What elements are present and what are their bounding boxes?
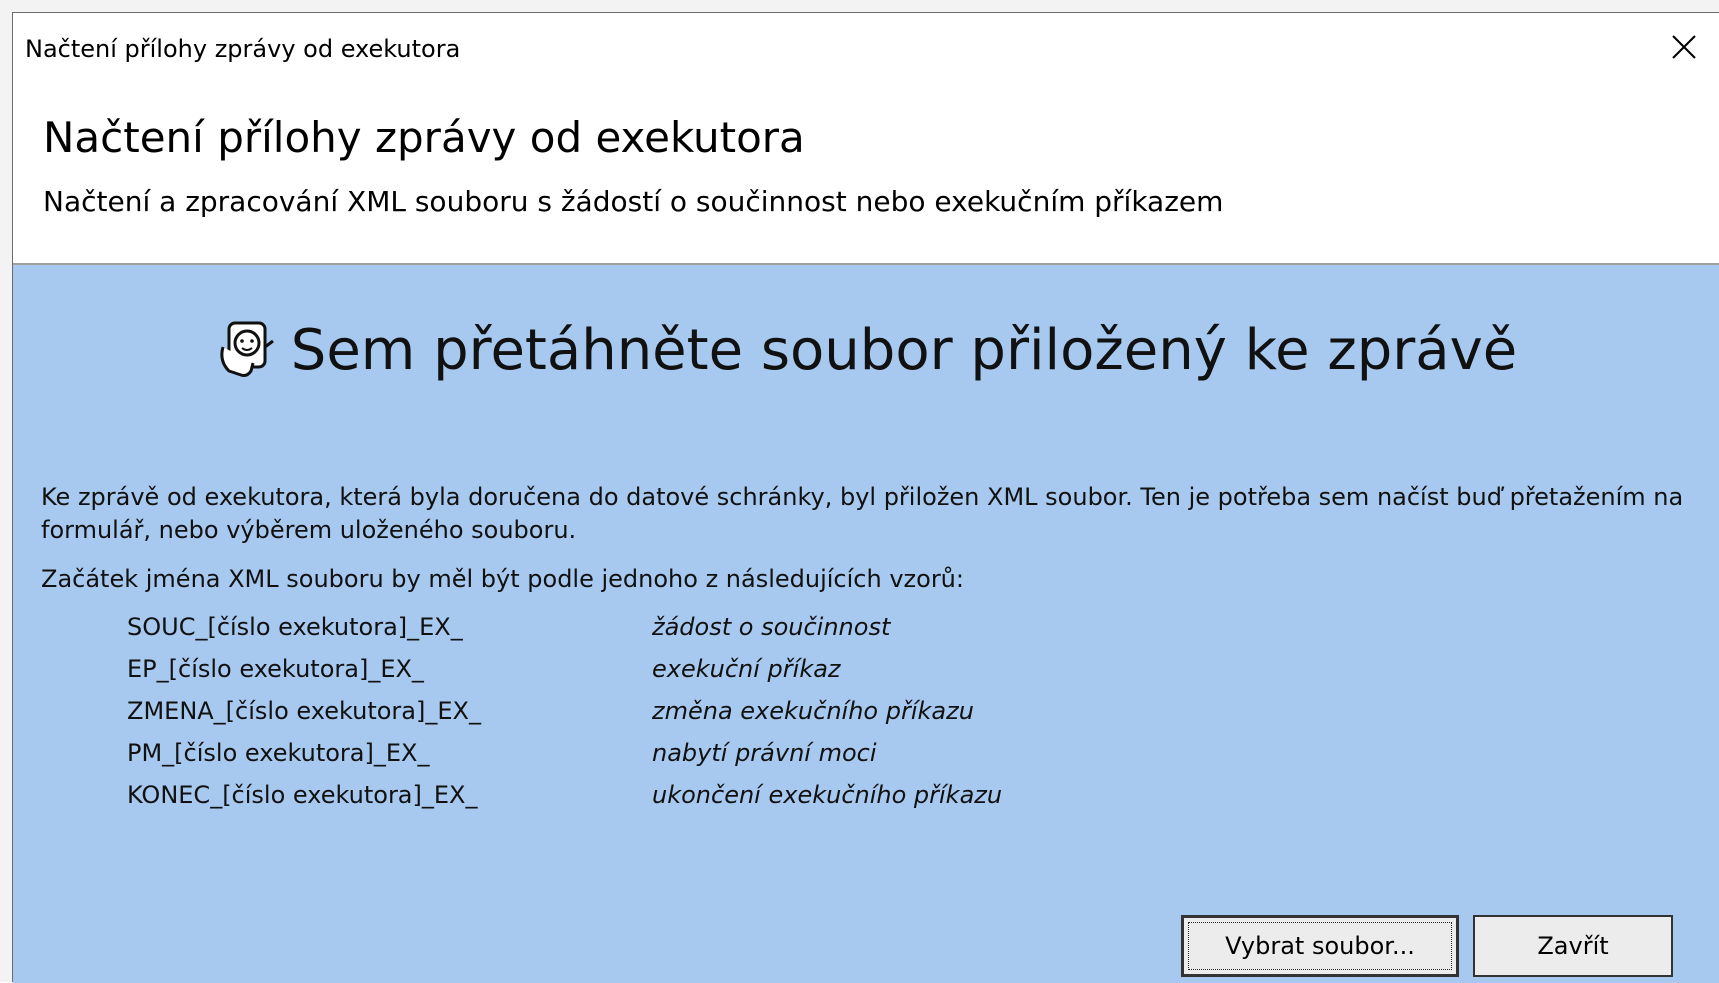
dialog-header: Načtení přílohy zprávy od exekutora Načt… [13, 81, 1719, 265]
select-file-button[interactable]: Vybrat soubor... [1181, 915, 1459, 977]
pattern-description: žádost o součinnost [652, 613, 891, 641]
pattern-description: nabytí právní moci [652, 739, 877, 767]
pattern-code: EP_[číslo exekutora]_EX_ [127, 655, 424, 683]
pattern-description: změna exekučního příkazu [652, 697, 974, 725]
pattern-row: EP_[číslo exekutora]_EX_ exekuční příkaz [127, 655, 1002, 697]
header-title: Načtení přílohy zprávy od exekutora [43, 113, 805, 162]
drop-zone-heading: Sem přetáhněte soubor přiložený ke zpráv… [13, 317, 1719, 383]
pattern-description: exekuční příkaz [652, 655, 841, 683]
drop-heading-text: Sem přetáhněte soubor přiložený ke zpráv… [290, 317, 1518, 383]
pattern-code: PM_[číslo exekutora]_EX_ [127, 739, 430, 767]
pattern-row: SOUC_[číslo exekutora]_EX_ žádost o souč… [127, 613, 1002, 655]
window-title: Načtení přílohy zprávy od exekutora [25, 35, 461, 63]
pattern-row: PM_[číslo exekutora]_EX_ nabytí právní m… [127, 739, 1002, 781]
title-bar: Načtení přílohy zprávy od exekutora [13, 13, 1719, 81]
drop-zone[interactable]: Sem přetáhněte soubor přiložený ke zpráv… [13, 265, 1719, 983]
header-subtitle: Načtení a zpracování XML souboru s žádos… [43, 185, 1224, 218]
pattern-row: ZMENA_[číslo exekutora]_EX_ změna exekuč… [127, 697, 1002, 739]
description-text: Ke zprávě od exekutora, která byla doruč… [41, 483, 1684, 544]
close-button[interactable]: Zavřít [1473, 915, 1673, 977]
pattern-list: SOUC_[číslo exekutora]_EX_ žádost o souč… [127, 613, 1002, 823]
select-file-label: Vybrat soubor... [1225, 932, 1415, 960]
close-label: Zavřít [1537, 932, 1609, 960]
pattern-row: KONEC_[číslo exekutora]_EX_ ukončení exe… [127, 781, 1002, 823]
drag-file-icon [220, 321, 274, 377]
pattern-code: SOUC_[číslo exekutora]_EX_ [127, 613, 463, 641]
pattern-intro-text: Začátek jména XML souboru by měl být pod… [41, 565, 964, 593]
pattern-description: ukončení exekučního příkazu [652, 781, 1003, 809]
pattern-code: ZMENA_[číslo exekutora]_EX_ [127, 697, 481, 725]
close-icon [1672, 35, 1696, 59]
window-close-button[interactable] [1649, 13, 1719, 81]
pattern-code: KONEC_[číslo exekutora]_EX_ [127, 781, 478, 809]
dialog-window: Načtení přílohy zprávy od exekutora Načt… [12, 12, 1719, 983]
